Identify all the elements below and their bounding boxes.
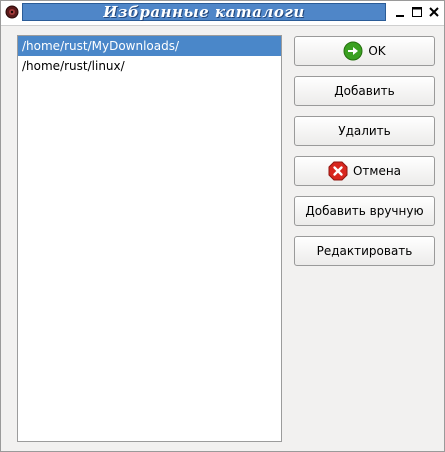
add-manual-label: Добавить вручную (305, 204, 424, 218)
cancel-stop-icon (328, 161, 348, 181)
cancel-button[interactable]: Отмена (294, 156, 435, 186)
list-item[interactable]: /home/rust/linux/ (18, 56, 281, 76)
favorites-dialog: Избранные каталоги /home/rust/MyDownload… (0, 0, 445, 452)
close-icon[interactable] (427, 5, 441, 19)
ok-label: OK (368, 44, 386, 58)
edit-label: Редактировать (316, 244, 413, 258)
edit-button[interactable]: Редактировать (294, 236, 435, 266)
minimize-icon[interactable] (393, 5, 407, 19)
delete-button[interactable]: Удалить (294, 116, 435, 146)
list-item[interactable]: /home/rust/MyDownloads/ (18, 36, 281, 56)
delete-label: Удалить (338, 124, 391, 138)
titlebar: Избранные каталоги (1, 1, 444, 26)
window-title: Избранные каталоги (103, 3, 305, 21)
maximize-icon[interactable] (410, 5, 424, 19)
app-menu-icon[interactable] (5, 5, 19, 19)
ok-arrow-icon (343, 41, 363, 61)
add-label: Добавить (334, 84, 395, 98)
window-title-box: Избранные каталоги (22, 3, 386, 21)
directory-list[interactable]: /home/rust/MyDownloads/ /home/rust/linux… (17, 35, 282, 442)
add-button[interactable]: Добавить (294, 76, 435, 106)
add-manual-button[interactable]: Добавить вручную (294, 196, 435, 226)
cancel-label: Отмена (352, 164, 402, 178)
ok-button[interactable]: OK (294, 36, 435, 66)
